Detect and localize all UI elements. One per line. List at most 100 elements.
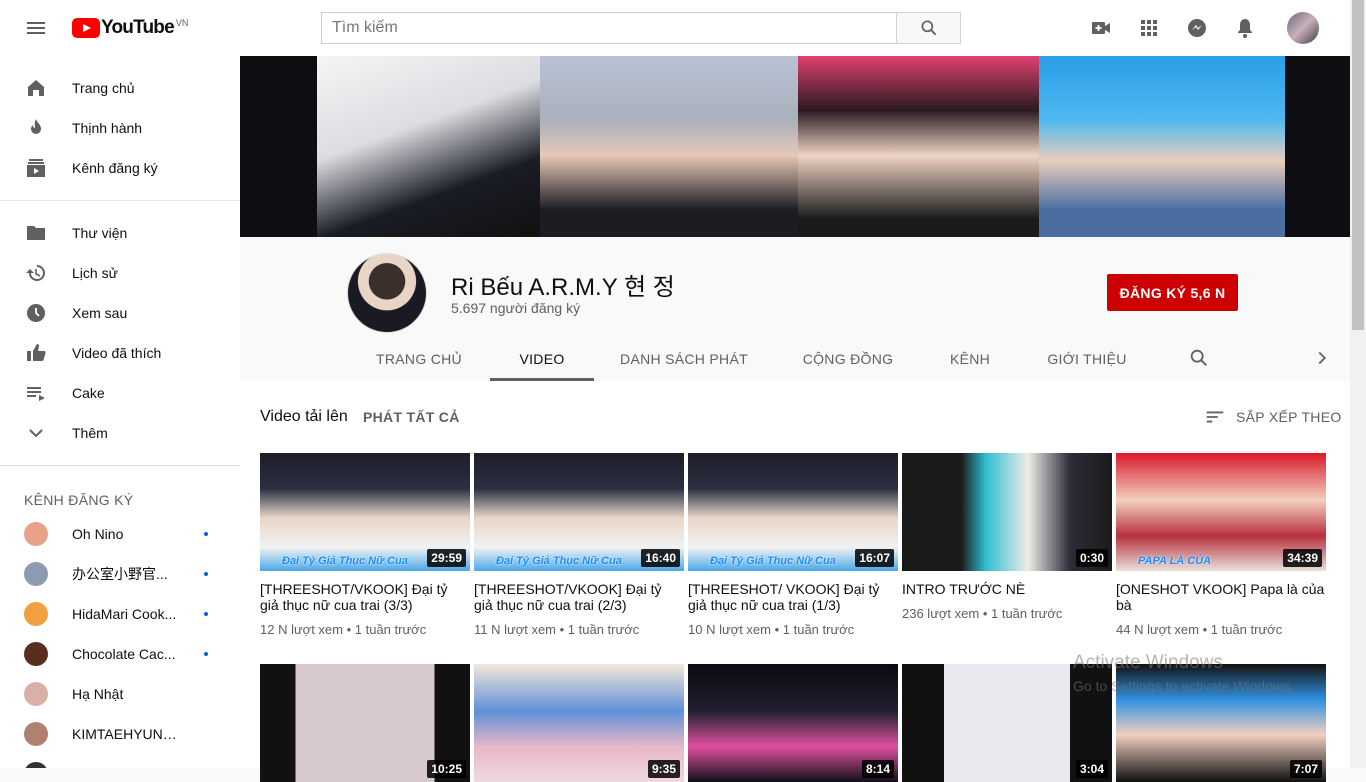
video-thumbnail[interactable]: PAPA LÀ CỦA 34:39 — [1116, 453, 1326, 571]
video-thumbnail[interactable]: 8:14 — [688, 664, 898, 782]
channel-header: Ri Bếu A.R.M.Y 현 정 5.697 người đăng ký Đ… — [240, 237, 1350, 381]
video-card[interactable]: 10:25 — [260, 664, 470, 782]
search-icon — [921, 20, 936, 36]
video-thumbnail[interactable]: Đại Tỷ Giả Thục Nữ Cua 29:59 — [260, 453, 470, 571]
tab-about[interactable]: GIỚI THIỆU — [1037, 337, 1137, 381]
sidebar-item-label: Trang chủ — [72, 80, 135, 96]
channel-avatar — [24, 602, 48, 626]
video-title[interactable]: [THREESHOT/VKOOK] Đại tỷ giả thục nữ cua… — [474, 581, 684, 613]
sidebar-subscription-item[interactable]: 办公室小野官... — [0, 554, 240, 594]
new-content-dot — [204, 532, 208, 536]
video-card[interactable]: 0:30 INTRO TRƯỚC NÈ 236 lượt xem • 1 tuần … — [902, 453, 1112, 621]
search-button[interactable] — [896, 12, 961, 44]
sidebar-item-trending[interactable]: Thịnh hành — [0, 108, 240, 148]
sidebar-subscription-item[interactable]: KIMTAEHYUNG ... — [0, 714, 240, 754]
sort-icon — [1206, 411, 1224, 423]
video-duration: 34:39 — [1283, 549, 1322, 567]
view-count: 236 lượt xem — [902, 606, 980, 621]
sidebar-item-label: Thư viện — [72, 225, 128, 241]
sidebar-item-label: Lịch sử — [72, 265, 118, 281]
sidebar-item-history[interactable]: Lịch sử — [0, 253, 240, 293]
video-card[interactable]: 3:04 — [902, 664, 1112, 782]
tab-playlists[interactable]: DANH SÁCH PHÁT — [614, 337, 754, 381]
section-title: Video tải lên — [260, 408, 348, 425]
channel-avatar — [24, 522, 48, 546]
thumbnail-caption: Đại Tỷ Giả Thục Nữ Cua — [710, 555, 836, 567]
video-title[interactable]: [ONESHOT VKOOK] Papa là của bà — [1116, 581, 1326, 613]
channel-name: Ri Bếu A.R.M.Y 현 정 — [451, 274, 675, 301]
video-duration: 16:07 — [855, 549, 894, 567]
video-grid-section: Video tải lên PHÁT TẤT CẢ SẮP XẾP THEO Đ… — [240, 381, 1350, 782]
sidebar-subscription-item[interactable]: jungcocki — [0, 754, 240, 768]
video-thumbnail[interactable]: 9:35 — [474, 664, 684, 782]
account-avatar[interactable] — [1287, 12, 1319, 44]
video-meta: 236 lượt xem • 1 tuần trước — [902, 606, 1063, 621]
apps-icon[interactable] — [1137, 16, 1161, 40]
sidebar-subscription-item[interactable]: Hạ Nhật — [0, 674, 240, 714]
sidebar-item-library[interactable]: Thư viện — [0, 213, 240, 253]
subscribe-button[interactable]: ĐĂNG KÝ 5,6 N — [1107, 274, 1238, 311]
channel-banner — [240, 56, 1350, 237]
video-thumbnail[interactable]: Đại Tỷ Giả Thục Nữ Cua 16:40 — [474, 453, 684, 571]
tab-community[interactable]: CỘNG ĐỒNG — [793, 337, 903, 381]
logo-text: YouTube — [101, 17, 175, 38]
banner-photo-1 — [317, 56, 540, 237]
video-title[interactable]: INTRO TRƯỚC NÈ — [902, 581, 1112, 597]
sidebar-subscription-item[interactable]: Chocolate Cac... — [0, 634, 240, 674]
video-title[interactable]: [THREESHOT/ VKOOK] Đại tỷ giả thục nữ cu… — [688, 581, 898, 613]
view-count: 12 N lượt xem — [260, 622, 343, 637]
sidebar-item-watch-later[interactable]: Xem sau — [0, 293, 240, 333]
subscription-label: Oh Nino — [72, 526, 124, 542]
play-all-button[interactable]: PHÁT TẤT CẢ — [363, 409, 460, 425]
liked-icon — [27, 344, 46, 361]
video-card[interactable]: Đại Tỷ Giả Thục Nữ Cua 16:07 [THREESHOT/ V… — [688, 453, 898, 637]
video-duration: 7:07 — [1289, 760, 1322, 778]
sort-button[interactable]: SẮP XẾP THEO — [1204, 406, 1342, 428]
video-duration: 29:59 — [427, 549, 466, 567]
sidebar-item-more[interactable]: Thêm — [0, 413, 240, 453]
youtube-logo[interactable]: YouTube VN — [72, 18, 188, 38]
sidebar-item-liked[interactable]: Video đã thích — [0, 333, 240, 373]
upload-time: 1 tuần trước — [567, 622, 640, 637]
video-thumbnail[interactable]: 3:04 — [902, 664, 1112, 782]
subscriber-count: 5.697 người đăng ký — [451, 300, 581, 316]
video-title[interactable]: [THREESHOT/VKOOK] Đại tỷ giả thục nữ cua… — [260, 581, 470, 613]
library-icon — [27, 226, 45, 240]
search-input[interactable] — [321, 12, 897, 44]
channel-search-icon[interactable] — [1188, 347, 1210, 369]
sidebar-item-home[interactable]: Trang chủ — [0, 68, 240, 108]
video-duration: 0:30 — [1075, 549, 1108, 567]
sort-label: SẮP XẾP THEO — [1236, 409, 1342, 425]
video-card[interactable]: Đại Tỷ Giả Thục Nữ Cua 16:40 [THREESHOT/VK… — [474, 453, 684, 637]
sidebar-item-label: Thịnh hành — [72, 120, 143, 136]
chevron-right-icon[interactable] — [1311, 347, 1333, 369]
menu-icon[interactable] — [24, 16, 48, 40]
tab-channels[interactable]: KÊNH — [935, 337, 1005, 381]
video-card[interactable]: 9:35 — [474, 664, 684, 782]
thumbnail-caption: PAPA LÀ CỦA — [1138, 555, 1212, 567]
scrollbar-thumb[interactable] — [1352, 0, 1364, 330]
trending-icon — [31, 119, 41, 134]
sidebar-subscription-item[interactable]: Oh Nino — [0, 514, 240, 554]
history-icon — [26, 265, 45, 281]
notifications-icon[interactable] — [1233, 16, 1257, 40]
video-thumbnail[interactable]: 10:25 — [260, 664, 470, 782]
video-card[interactable]: Đại Tỷ Giả Thục Nữ Cua 29:59 [THREESHOT/VK… — [260, 453, 470, 637]
tab-videos[interactable]: VIDEO — [490, 337, 594, 381]
video-card[interactable]: 7:07 — [1116, 664, 1326, 782]
tab-home[interactable]: TRANG CHỦ — [369, 337, 469, 381]
sidebar-item-subscriptions[interactable]: Kênh đăng ký — [0, 148, 240, 188]
youtube-play-icon — [72, 18, 100, 38]
upload-time: 1 tuần trước — [782, 622, 855, 637]
sidebar-subscription-item[interactable]: HidaMari Cook... — [0, 594, 240, 634]
video-thumbnail[interactable]: 7:07 — [1116, 664, 1326, 782]
channel-avatar[interactable] — [347, 253, 427, 333]
video-thumbnail[interactable]: Đại Tỷ Giả Thục Nữ Cua 16:07 — [688, 453, 898, 571]
messages-icon[interactable] — [1185, 16, 1209, 40]
video-thumbnail[interactable]: 0:30 — [902, 453, 1112, 571]
video-card[interactable]: PAPA LÀ CỦA 34:39 [ONESHOT VKOOK] Papa là … — [1116, 453, 1326, 637]
video-card[interactable]: 8:14 — [688, 664, 898, 782]
masthead: YouTube VN — [0, 0, 1350, 56]
sidebar-item-cake[interactable]: Cake — [0, 373, 240, 413]
create-video-icon[interactable] — [1089, 16, 1113, 40]
